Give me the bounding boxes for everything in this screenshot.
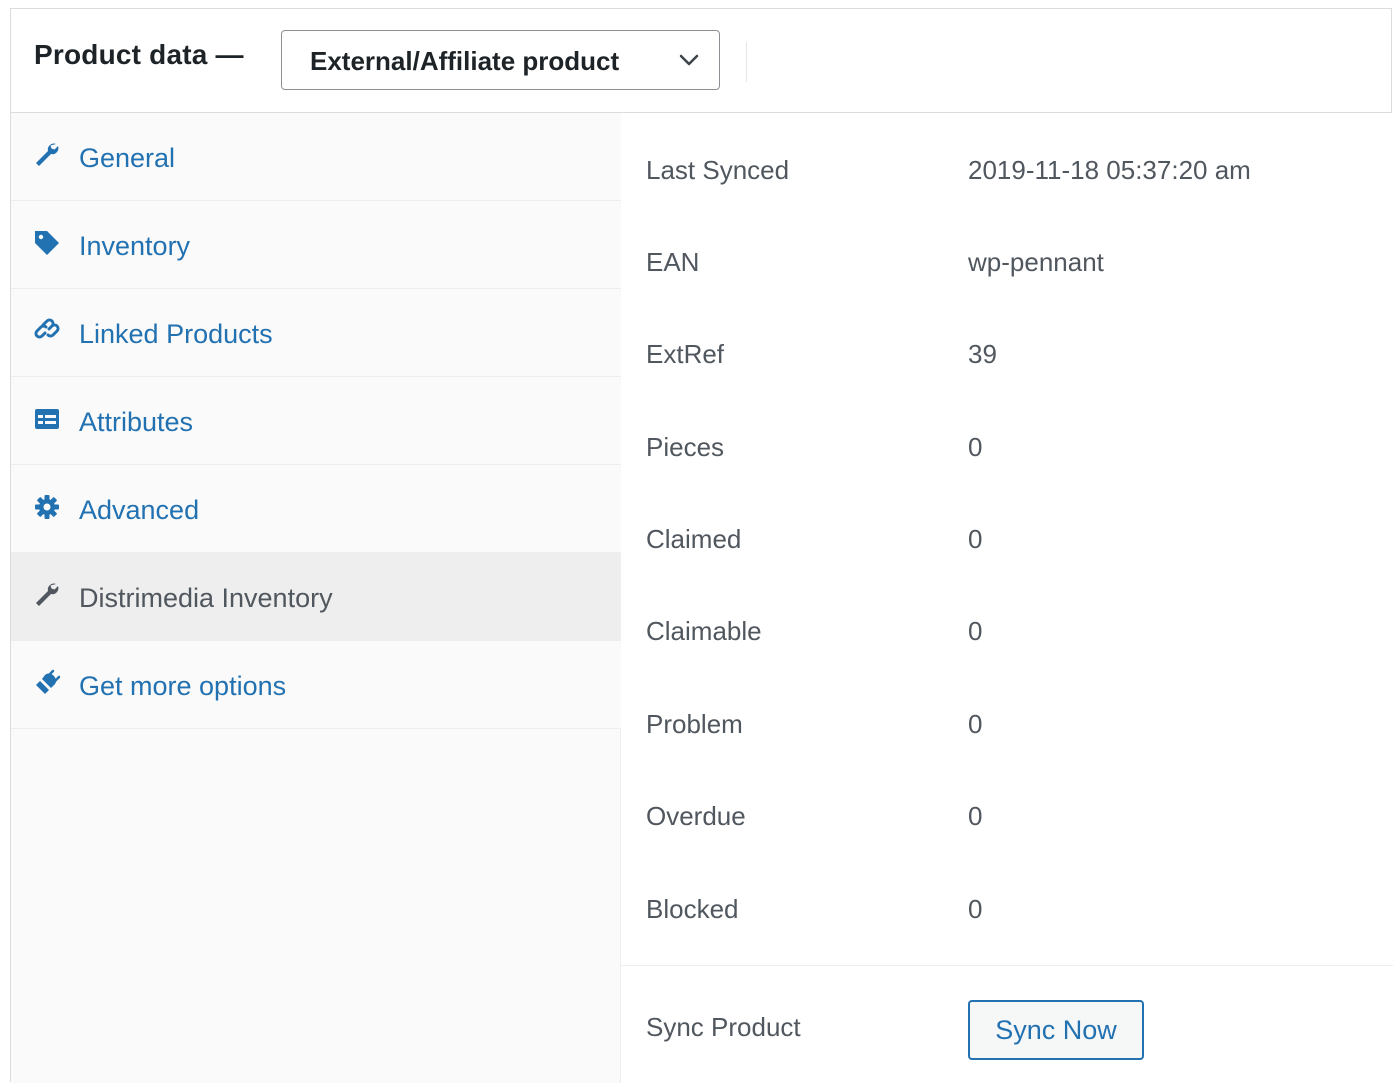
- tab-advanced-label: Advanced: [79, 495, 200, 525]
- distrimedia-inventory-panel: Last Synced 2019-11-18 05:37:20 am EAN w…: [621, 113, 1393, 1083]
- field-value: 0: [968, 616, 983, 646]
- tab-linked-products-label: Linked Products: [79, 319, 273, 349]
- field-value: 0: [968, 709, 983, 739]
- tab-distrimedia-inventory[interactable]: Distrimedia Inventory: [11, 553, 621, 641]
- link-icon: [34, 318, 60, 339]
- tag-icon: [35, 231, 59, 255]
- list-table-icon: [35, 409, 59, 429]
- tab-general[interactable]: General: [11, 113, 621, 201]
- field-label: Claimable: [646, 616, 762, 646]
- chevron-down-icon: [679, 54, 699, 66]
- field-label: Pieces: [646, 432, 725, 462]
- product-data-header: Product data — External/Affiliate produc…: [11, 9, 1391, 113]
- field-value: 0: [968, 894, 983, 924]
- tab-get-more-options-label: Get more options: [79, 671, 287, 701]
- sync-product-label: Sync Product: [646, 1012, 801, 1042]
- field-value: 0: [968, 524, 983, 554]
- tab-distrimedia-inventory-label: Distrimedia Inventory: [79, 583, 333, 613]
- field-value: wp-pennant: [968, 247, 1104, 277]
- field-row: Pieces 0: [621, 390, 1393, 482]
- field-value: 0: [968, 801, 983, 831]
- field-label: EAN: [646, 247, 700, 277]
- field-row: Claimed 0: [621, 482, 1393, 574]
- product-data-title: Product data —: [34, 39, 244, 70]
- product-type-select[interactable]: External/Affiliate product: [281, 30, 720, 90]
- tab-get-more-options[interactable]: Get more options: [11, 641, 621, 729]
- field-value: 39: [968, 339, 997, 369]
- product-data-panel: Product data — External/Affiliate produc…: [10, 8, 1393, 1083]
- field-label: Overdue: [646, 801, 746, 831]
- wrench-icon: [36, 583, 59, 606]
- gear-icon: [35, 495, 59, 519]
- product-data-tabs: General Inventory Linked Products Attrib…: [11, 113, 621, 1083]
- header-divider: [746, 42, 747, 82]
- field-label: Blocked: [646, 894, 739, 924]
- tab-general-label: General: [79, 143, 176, 173]
- tab-advanced[interactable]: Advanced: [11, 465, 621, 553]
- sync-product-row: Sync Product Sync Now: [621, 965, 1393, 1083]
- field-row: Blocked 0: [621, 852, 1393, 944]
- field-label: Last Synced: [646, 155, 790, 185]
- field-value: 0: [968, 432, 983, 462]
- wrench-icon: [36, 143, 59, 166]
- field-row: Last Synced 2019-11-18 05:37:20 am: [621, 113, 1393, 205]
- field-row: Problem 0: [621, 667, 1393, 759]
- tab-inventory[interactable]: Inventory: [11, 201, 621, 289]
- tab-inventory-label: Inventory: [79, 231, 191, 261]
- field-label: ExtRef: [646, 339, 725, 369]
- field-value: 2019-11-18 05:37:20 am: [968, 155, 1251, 185]
- field-row: Claimable 0: [621, 574, 1393, 666]
- field-row: EAN wp-pennant: [621, 205, 1393, 297]
- product-type-selected-value: External/Affiliate product: [310, 46, 620, 76]
- field-row: ExtRef 39: [621, 297, 1393, 389]
- field-label: Claimed: [646, 524, 742, 554]
- plugin-icon: [36, 669, 61, 694]
- tab-attributes-label: Attributes: [79, 407, 194, 437]
- field-row: Overdue 0: [621, 759, 1393, 851]
- field-label: Problem: [646, 709, 743, 739]
- tab-linked-products[interactable]: Linked Products: [11, 289, 621, 377]
- sync-now-button[interactable]: Sync Now: [968, 1000, 1144, 1060]
- tab-attributes[interactable]: Attributes: [11, 377, 621, 465]
